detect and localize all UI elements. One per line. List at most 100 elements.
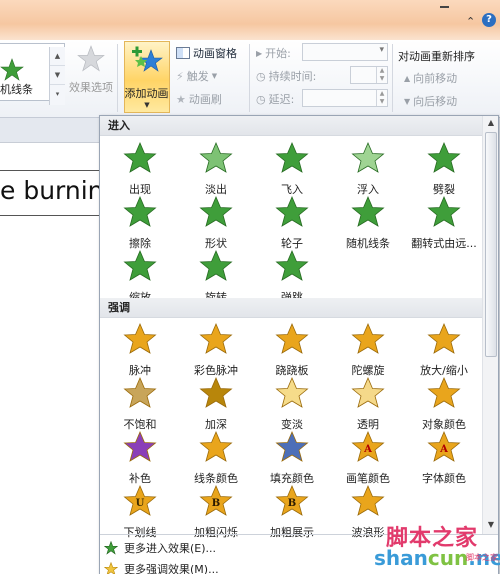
wipe-icon <box>102 194 178 233</box>
entrance-effect[interactable]: 轮子 <box>254 194 330 254</box>
add-animation-label: 添加动画 <box>124 87 169 100</box>
start-select[interactable] <box>302 43 388 61</box>
entrance-effect-label: 翻转式由远... <box>411 237 477 250</box>
animation-pane-icon <box>176 47 190 59</box>
trigger-icon: ⚡ <box>176 69 184 83</box>
duration-label-text: 持续时间: <box>268 70 317 83</box>
duration-input[interactable]: ▲ ▼ <box>350 66 388 84</box>
emphasis-effect[interactable]: A 画笔颜色 <box>330 429 406 489</box>
move-earlier-button: ▲ 向前移动 <box>404 70 457 86</box>
entrance-effect[interactable]: 飞入 <box>254 140 330 200</box>
duration-spinner[interactable]: ▲ ▼ <box>376 67 387 83</box>
entrance-effect[interactable]: 淡出 <box>178 140 254 200</box>
entrance-effect[interactable]: 翻转式由远... <box>406 194 482 254</box>
entrance-effect[interactable]: 随机线条 <box>330 194 406 254</box>
help-icon[interactable]: ? <box>482 13 496 27</box>
animation-gallery[interactable]: 机线条 ▲ ▼ ▾ <box>0 43 65 105</box>
emphasis-effect[interactable]: 陀螺旋 <box>330 321 406 381</box>
more-entrance-label: 更多进入效果(E)... <box>124 542 217 555</box>
effect-options-button[interactable]: 效果选项 <box>66 43 116 105</box>
entrance-effect[interactable]: 浮入 <box>330 140 406 200</box>
emphasis-effect[interactable]: 对象颜色 <box>406 375 482 435</box>
emphasis-effect[interactable]: 补色 <box>102 429 178 489</box>
gallery-down-icon[interactable]: ▼ <box>50 66 65 85</box>
svg-text:A: A <box>363 444 372 455</box>
effect-options-label: 效果选项 <box>69 81 113 94</box>
underline-icon: U <box>102 483 178 522</box>
wheel-icon <box>254 194 330 233</box>
entrance-effect[interactable]: 出现 <box>102 140 178 200</box>
svg-text:B: B <box>288 498 296 509</box>
watermark-small: 脚本之家 <box>466 553 498 562</box>
trigger-label: 触发 <box>186 70 209 83</box>
emphasis-effect-label: 字体颜色 <box>422 472 466 485</box>
emphasis-effect[interactable]: A 字体颜色 <box>406 429 482 489</box>
gallery-scroll[interactable]: ▲ ▼ ▾ <box>49 47 65 105</box>
start-label-text: 开始: <box>265 47 291 60</box>
delay-label: ◷ 延迟: <box>256 91 294 107</box>
animation-painter-button: ★ 动画刷 <box>176 91 222 107</box>
pulse-icon <box>102 321 178 360</box>
move-earlier-label: 向前移动 <box>413 72 458 85</box>
slide-text[interactable]: e burnin <box>0 176 104 205</box>
add-animation-icon <box>132 46 163 72</box>
delay-label-text: 延迟: <box>268 93 295 106</box>
ribbon-divider <box>392 44 393 112</box>
chevron-down-icon: ▼ <box>144 101 150 109</box>
entrance-effect[interactable]: 形状 <box>178 194 254 254</box>
add-animation-button[interactable]: 添加动画 ▼ <box>124 41 170 113</box>
entrance-effect-label: 随机线条 <box>346 237 390 250</box>
emphasis-effect[interactable]: 不饱和 <box>102 375 178 435</box>
bounce-icon <box>254 248 330 287</box>
ribbon-divider <box>249 44 250 112</box>
delay-spinner[interactable]: ▲ ▼ <box>376 90 387 106</box>
line-color-icon <box>178 429 254 468</box>
animation-pane-button[interactable]: 动画窗格 <box>176 45 237 61</box>
gallery-more-icon[interactable]: ▾ <box>50 85 65 104</box>
gallery-up-icon[interactable]: ▲ <box>50 47 65 66</box>
emphasis-effect[interactable]: 脉冲 <box>102 321 178 381</box>
animation-pane-label: 动画窗格 <box>193 47 237 60</box>
minimize-icon[interactable] <box>440 6 449 8</box>
emphasis-effect[interactable]: 加深 <box>178 375 254 435</box>
fade-icon <box>178 140 254 179</box>
ribbon-divider <box>117 44 118 112</box>
emphasis-effect[interactable]: 线条颜色 <box>178 429 254 489</box>
gallery-selected-label: 机线条 <box>0 83 33 96</box>
emphasis-effect[interactable]: 跷跷板 <box>254 321 330 381</box>
random-bars-icon <box>330 194 406 233</box>
shape-icon <box>178 194 254 233</box>
dropdown-scrollbar[interactable]: ▲ ▼ <box>482 116 498 534</box>
trigger-button: ⚡ 触发 ▼ <box>176 68 217 84</box>
entrance-effect[interactable]: 劈裂 <box>406 140 482 200</box>
split-icon <box>406 140 482 179</box>
emphasis-effect[interactable]: 放大/缩小 <box>406 321 482 381</box>
emphasis-effect[interactable]: 变淡 <box>254 375 330 435</box>
scroll-thumb[interactable] <box>485 132 497 357</box>
color-pulse-icon <box>178 321 254 360</box>
svg-text:U: U <box>136 498 145 509</box>
svg-text:A: A <box>439 444 448 455</box>
emphasis-heading: 强调 <box>100 298 482 318</box>
move-later-label: 向后移动 <box>413 95 458 108</box>
emphasis-star-icon <box>104 562 118 574</box>
entrance-effect[interactable]: 擦除 <box>102 194 178 254</box>
duration-label: ◷ 持续时间: <box>256 68 316 84</box>
emphasis-effect[interactable]: 填充颜色 <box>254 429 330 489</box>
animation-gallery-dropdown: 进入 出现淡出飞入浮入劈裂擦除形状轮子随机线条翻转式由远...缩放旋转弹跳 强调… <box>99 115 499 574</box>
emphasis-effect[interactable]: 彩色脉冲 <box>178 321 254 381</box>
fly-in-icon <box>254 140 330 179</box>
float-in-icon <box>330 140 406 179</box>
watermark-en-a: shan <box>374 546 428 570</box>
star-icon <box>0 58 24 81</box>
emphasis-effect[interactable]: 透明 <box>330 375 406 435</box>
collapse-ribbon-icon[interactable]: ⌃ <box>466 15 475 28</box>
object-color-icon <box>406 375 482 414</box>
appear-icon <box>102 140 178 179</box>
delay-input[interactable]: ▲ ▼ <box>302 89 388 107</box>
wave-icon <box>330 483 406 522</box>
effect-star-icon <box>77 45 105 72</box>
watermark-en-b: cun <box>427 546 469 570</box>
scroll-up-icon[interactable]: ▲ <box>483 116 498 130</box>
swivel-icon <box>178 248 254 287</box>
